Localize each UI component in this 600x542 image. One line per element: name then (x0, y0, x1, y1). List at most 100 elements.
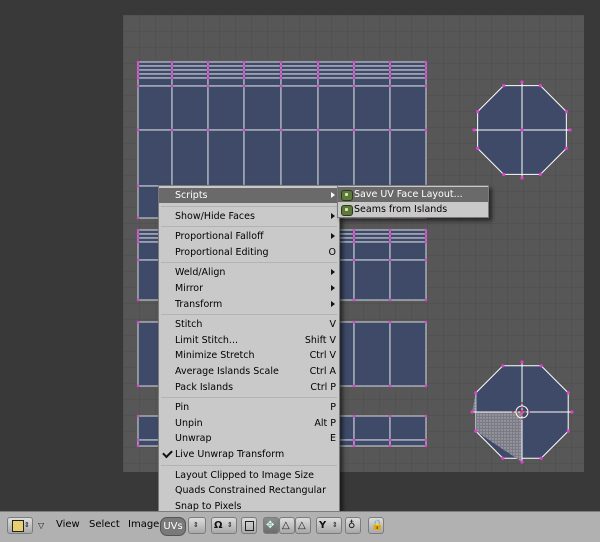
uv-island-top-vertex (316, 84, 320, 88)
uv-island-top-face (137, 129, 173, 187)
snap-button[interactable]: ♁ (345, 517, 361, 534)
menu-item-layout-clipped-to-image-size[interactable]: Layout Clipped to Image Size (159, 468, 339, 483)
uv-island-top-face (389, 85, 427, 131)
uv-island-top-vertex (136, 216, 140, 220)
uv-island-middle-vertex (388, 298, 392, 302)
uv-island-bottom-vertex (352, 414, 356, 418)
uvs-selector-button[interactable]: ⇕ (188, 517, 206, 534)
pivot-button[interactable]: Ω ⇕ (211, 517, 237, 534)
uv-island-middle-face (353, 229, 391, 235)
menu-item-pack-islands[interactable]: Pack Islands Ctrl P (159, 380, 339, 395)
uv-island-middle-vertex (424, 240, 428, 244)
editor-type-button[interactable]: ⇕ (7, 517, 33, 534)
menu-item-minimize-stretch[interactable]: Minimize Stretch Ctrl V (159, 348, 339, 363)
menu-item-quads-constrained-rectangular[interactable]: Quads Constrained Rectangular (159, 483, 339, 498)
menu-item-average-islands-scale[interactable]: Average Islands Scale Ctrl A (159, 364, 339, 379)
lock-icon: 🔒 (371, 520, 384, 531)
uv-island-top-vertex (316, 60, 320, 64)
uv-island-octagon-top-vertex (502, 172, 506, 176)
magnet-icon: ♁ (348, 520, 356, 531)
lock-button[interactable]: 🔒 (368, 517, 384, 534)
submenu-item-save-uv-face-layout[interactable]: Save UV Face Layout... (338, 187, 488, 202)
uv-island-top-vertex (388, 72, 392, 76)
menu-uvs[interactable]: UVs (160, 517, 186, 536)
menu-separator (161, 205, 337, 207)
menu-item-proportional-editing[interactable]: Proportional Editing O (159, 245, 339, 260)
uv-island-octagon-top-vertex (564, 146, 568, 150)
uv-island-middle-vertex (388, 258, 392, 262)
face-select-button[interactable]: △ (295, 517, 311, 534)
uv-island-top-face (171, 69, 209, 75)
uv-island-top-vertex (279, 64, 283, 68)
uv-island-top-vertex (170, 76, 174, 80)
uv-island-top-face (280, 69, 319, 75)
uv-island-top-face (280, 85, 319, 131)
menu-item-label: Live Unwrap Transform (175, 449, 285, 460)
edge-select-button[interactable]: △ (279, 517, 295, 534)
uv-island-middle-vertex (352, 240, 356, 244)
uv-island-top-vertex (352, 128, 356, 132)
uv-island-lower-vertex (136, 384, 140, 388)
uv-island-octagon-bottom-vertex (566, 429, 570, 433)
uv-island-top-face (280, 129, 319, 187)
uv-island-top-face (353, 85, 391, 131)
uv-island-middle-face (353, 237, 391, 243)
menu-item-limit-stitch[interactable]: Limit Stitch... Shift V (159, 333, 339, 348)
uv-island-top-face (207, 73, 245, 79)
uv-island-top-face (280, 77, 319, 87)
menu-item-stitch[interactable]: Stitch V (159, 317, 339, 332)
uv-island-top-vertex (136, 76, 140, 80)
sync-select-button[interactable] (241, 517, 257, 534)
chevron-updown-icon: ⇕ (24, 521, 30, 529)
submenu-arrow-icon (331, 285, 335, 291)
uv-island-lower-vertex (388, 384, 392, 388)
uv-island-top-vertex (206, 84, 210, 88)
vertex-select-button[interactable]: ✥ (263, 517, 279, 534)
menu-item-label: Proportional Falloff (175, 231, 264, 243)
menu-item-mirror[interactable]: Mirror (159, 281, 339, 296)
menu-item-shortcut: V (329, 319, 337, 331)
menu-separator (161, 226, 337, 228)
menu-item-show-hide-faces[interactable]: Show/Hide Faces (159, 209, 339, 224)
menu-item-live-unwrap-transform[interactable]: Live Unwrap Transform (159, 447, 339, 462)
uv-island-top-face (353, 129, 391, 187)
menu-item-shortcut: P (330, 402, 336, 414)
uv-island-top-face (207, 65, 245, 71)
uv-island-octagon-bottom-vertex (501, 364, 505, 368)
uv-island-octagon-top-vertex (520, 80, 524, 84)
collapse-triangle-icon[interactable]: ▽ (38, 518, 44, 533)
menu-view[interactable]: View (56, 519, 80, 530)
uv-island-top-vertex (206, 76, 210, 80)
uv-island-top-vertex (279, 68, 283, 72)
menu-item-unwrap[interactable]: Unwrap E (159, 431, 339, 446)
uv-island-top-face (353, 65, 391, 71)
uv-island-middle-vertex (136, 232, 140, 236)
submenu-item-seams-from-islands[interactable]: Seams from Islands (338, 202, 488, 217)
uv-island-top-vertex (170, 84, 174, 88)
menu-item-weld-align[interactable]: Weld/Align (159, 265, 339, 280)
menu-item-scripts[interactable]: Scripts (159, 188, 339, 203)
uv-island-top-face (389, 61, 427, 67)
menu-item-pin[interactable]: Pin P (159, 400, 339, 415)
uv-island-top-face (317, 73, 355, 79)
uv-island-top-face (207, 85, 245, 131)
uv-island-lower-vertex (352, 320, 356, 324)
menu-item-proportional-falloff[interactable]: Proportional Falloff (159, 229, 339, 244)
menu-item-transform[interactable]: Transform (159, 297, 339, 312)
uv-island-top-face (317, 69, 355, 75)
uv-island-top-vertex (136, 72, 140, 76)
sticky-select-button[interactable]: Y ⇕ (316, 517, 342, 534)
uv-island-middle-face (353, 233, 391, 239)
uv-island-top-vertex (279, 60, 283, 64)
menu-select[interactable]: Select (89, 519, 120, 530)
uv-island-octagon-bottom-vertex (539, 364, 543, 368)
vertex-select-icon: ✥ (266, 520, 275, 531)
uv-island-middle-vertex (136, 298, 140, 302)
uv-island-bottom-vertex (352, 444, 356, 448)
uv-island-top-face (243, 65, 282, 71)
menu-item-label: Pin (175, 402, 190, 414)
uv-island-middle-face (389, 229, 427, 235)
menu-image[interactable]: Image (128, 519, 159, 530)
uv-island-top-vertex (170, 64, 174, 68)
menu-item-unpin[interactable]: Unpin Alt P (159, 416, 339, 431)
